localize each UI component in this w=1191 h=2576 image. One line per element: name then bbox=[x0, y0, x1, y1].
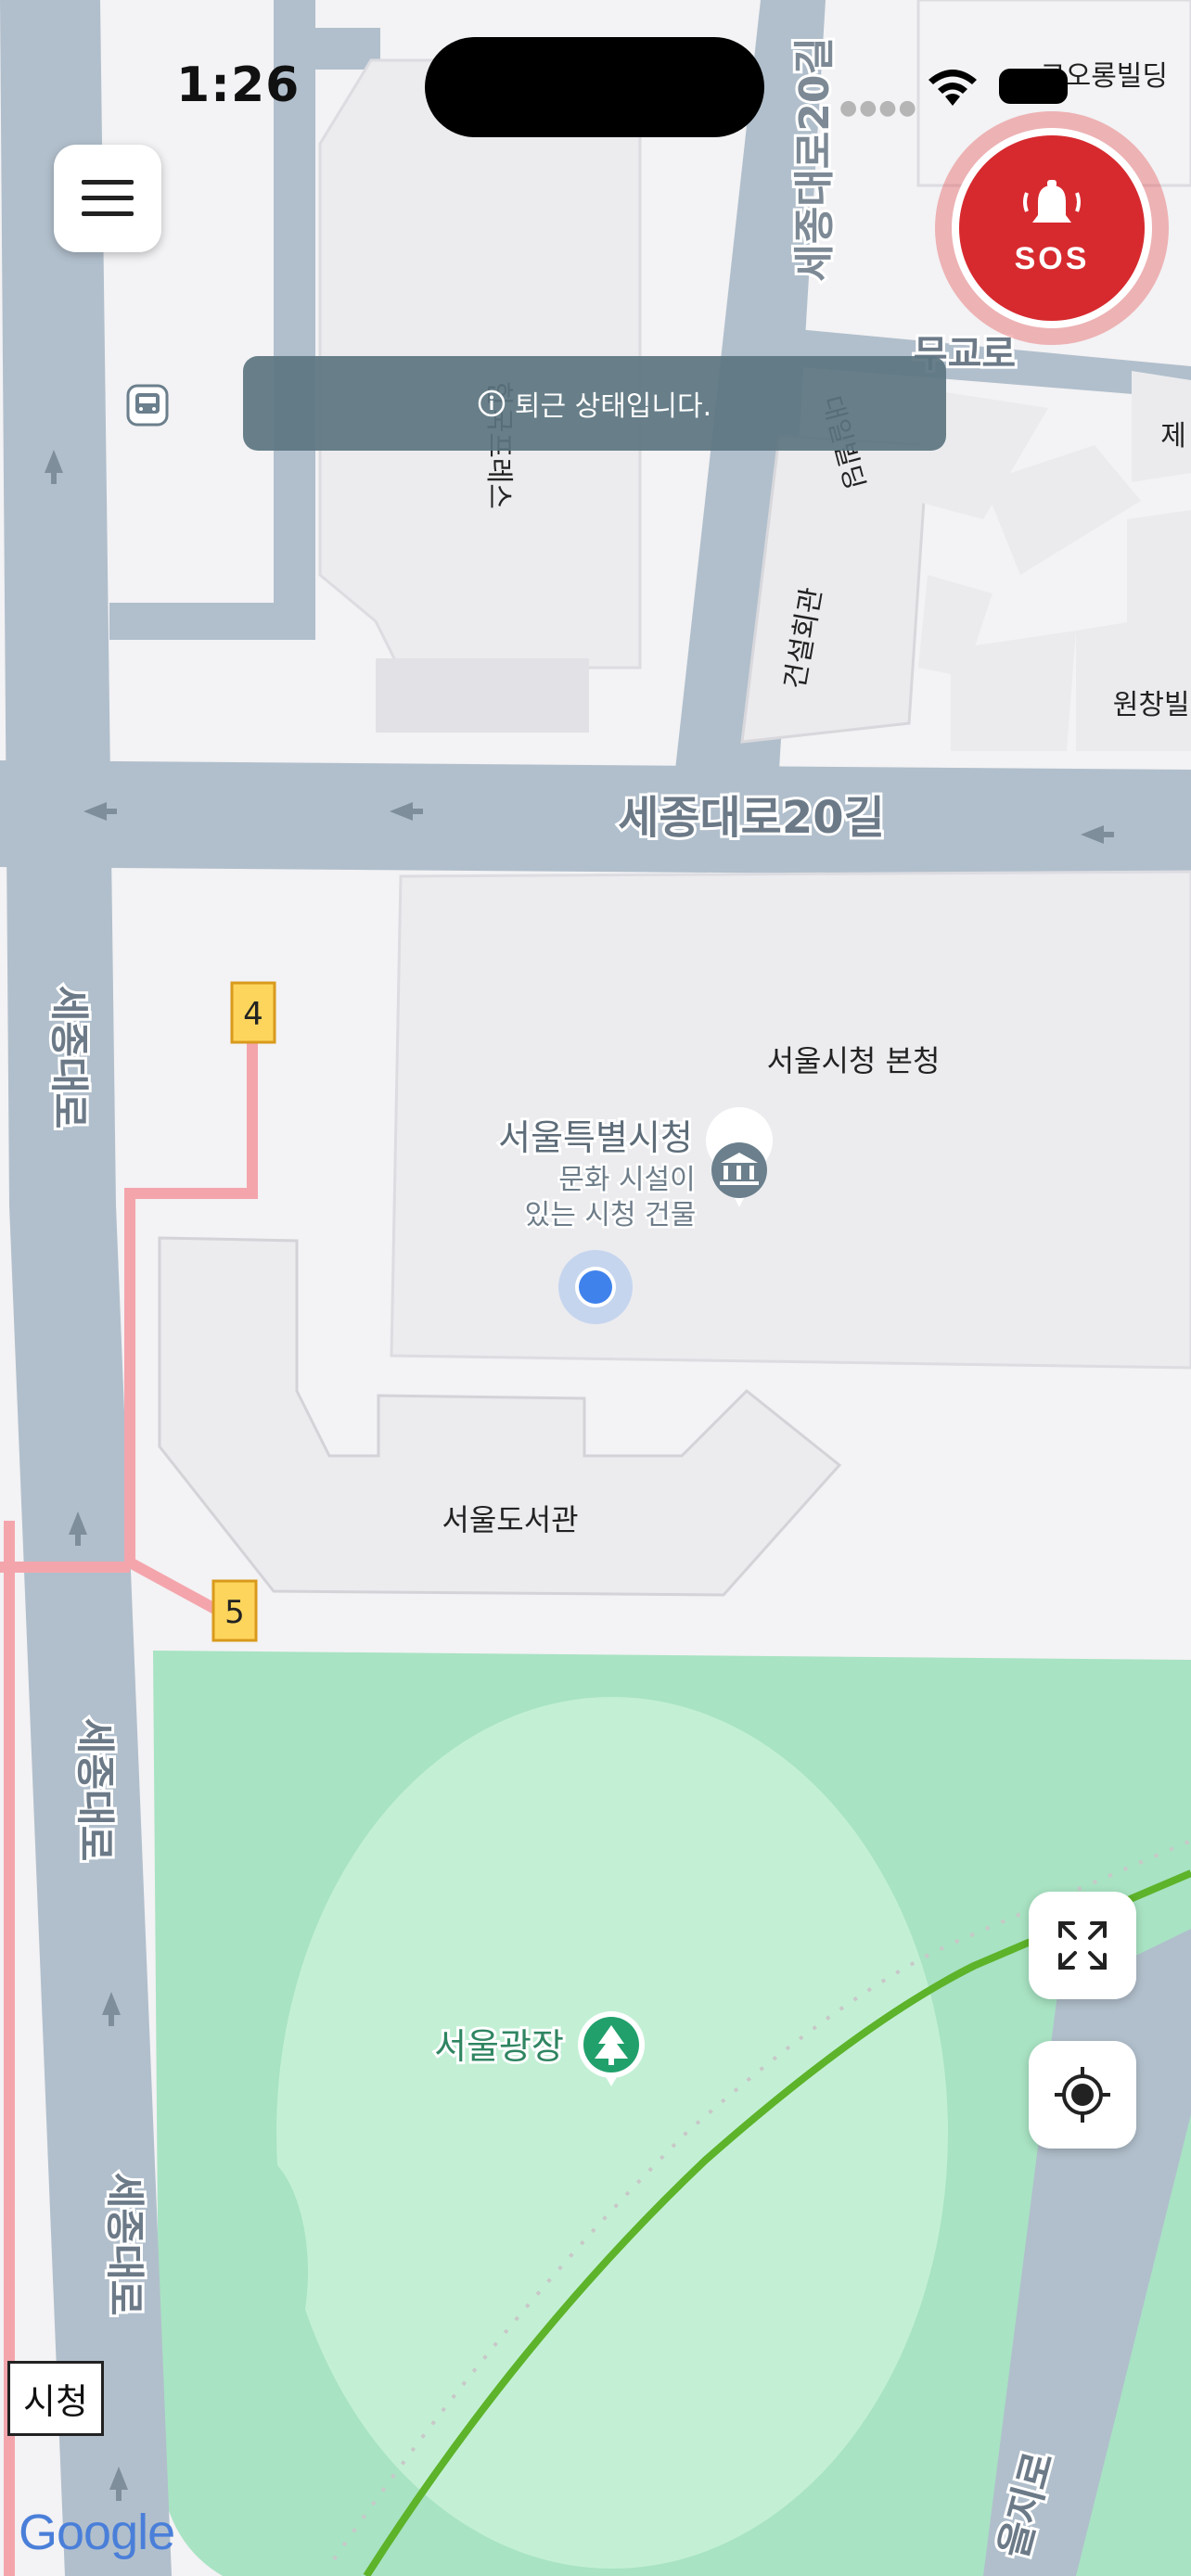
station-label[interactable]: 시청 bbox=[7, 2361, 104, 2436]
google-attribution: Google bbox=[19, 2505, 175, 2560]
wifi-icon bbox=[928, 70, 977, 106]
exit-badge-4[interactable]: 4 bbox=[230, 981, 276, 1044]
google-logo: Google bbox=[19, 2504, 175, 2561]
toast-message: 퇴근 상태입니다. bbox=[514, 390, 712, 423]
status-toast: 퇴근 상태입니다. bbox=[243, 356, 946, 451]
alarm-bell-icon bbox=[1023, 179, 1081, 223]
my-location-button[interactable] bbox=[1029, 2041, 1136, 2149]
poi-city-hall-name: 서울특별시청 bbox=[498, 1117, 693, 1158]
menu-button[interactable] bbox=[54, 145, 161, 252]
current-location-dot bbox=[558, 1250, 633, 1324]
exit-4-label: 4 bbox=[243, 996, 263, 1033]
poi-city-hall-desc-2: 있는 시청 건물 bbox=[525, 1199, 697, 1231]
plaza-lawn bbox=[276, 1697, 948, 2569]
fullscreen-button[interactable] bbox=[1029, 1892, 1136, 1999]
building-label-wonchang: 원창빌딩 bbox=[1113, 689, 1191, 721]
road-label-sejong-1: 세종대로 bbox=[46, 986, 92, 1129]
hamburger-icon bbox=[82, 180, 134, 216]
poi-plaza-name: 서울광장 bbox=[434, 2026, 564, 2067]
signal-dots-icon: ●●●● bbox=[839, 96, 918, 120]
battery-icon bbox=[999, 69, 1068, 104]
building-label-je: 제 bbox=[1160, 420, 1186, 453]
status-time: 1:26 bbox=[176, 57, 301, 113]
status-icons: ●●●● bbox=[839, 59, 1081, 120]
road-label-sejong-20gil-top: 세종대로20길 bbox=[791, 37, 839, 282]
bus-stop-icon[interactable] bbox=[126, 384, 169, 427]
road-label-sejong-20gil: 세종대로20길 bbox=[618, 792, 885, 844]
dynamic-island bbox=[425, 37, 764, 137]
poi-city-hall-desc-1: 문화 시설이 bbox=[558, 1164, 696, 1196]
crosshair-icon bbox=[1055, 2067, 1110, 2123]
exit-5-label: 5 bbox=[224, 1594, 245, 1631]
exit-badge-5[interactable]: 5 bbox=[211, 1579, 258, 1642]
sos-label: SOS bbox=[1014, 240, 1090, 276]
info-icon bbox=[478, 389, 506, 417]
building-label-city-hall-main: 서울시청 본청 bbox=[767, 1043, 941, 1078]
road-label-sejong-2: 세종대로 bbox=[72, 1718, 118, 1862]
expand-icon bbox=[1058, 1921, 1107, 1970]
sos-button[interactable]: SOS bbox=[959, 135, 1145, 321]
building-label-library: 서울도서관 bbox=[442, 1502, 578, 1537]
road-label-sejong-3: 세종대로 bbox=[102, 2173, 147, 2316]
